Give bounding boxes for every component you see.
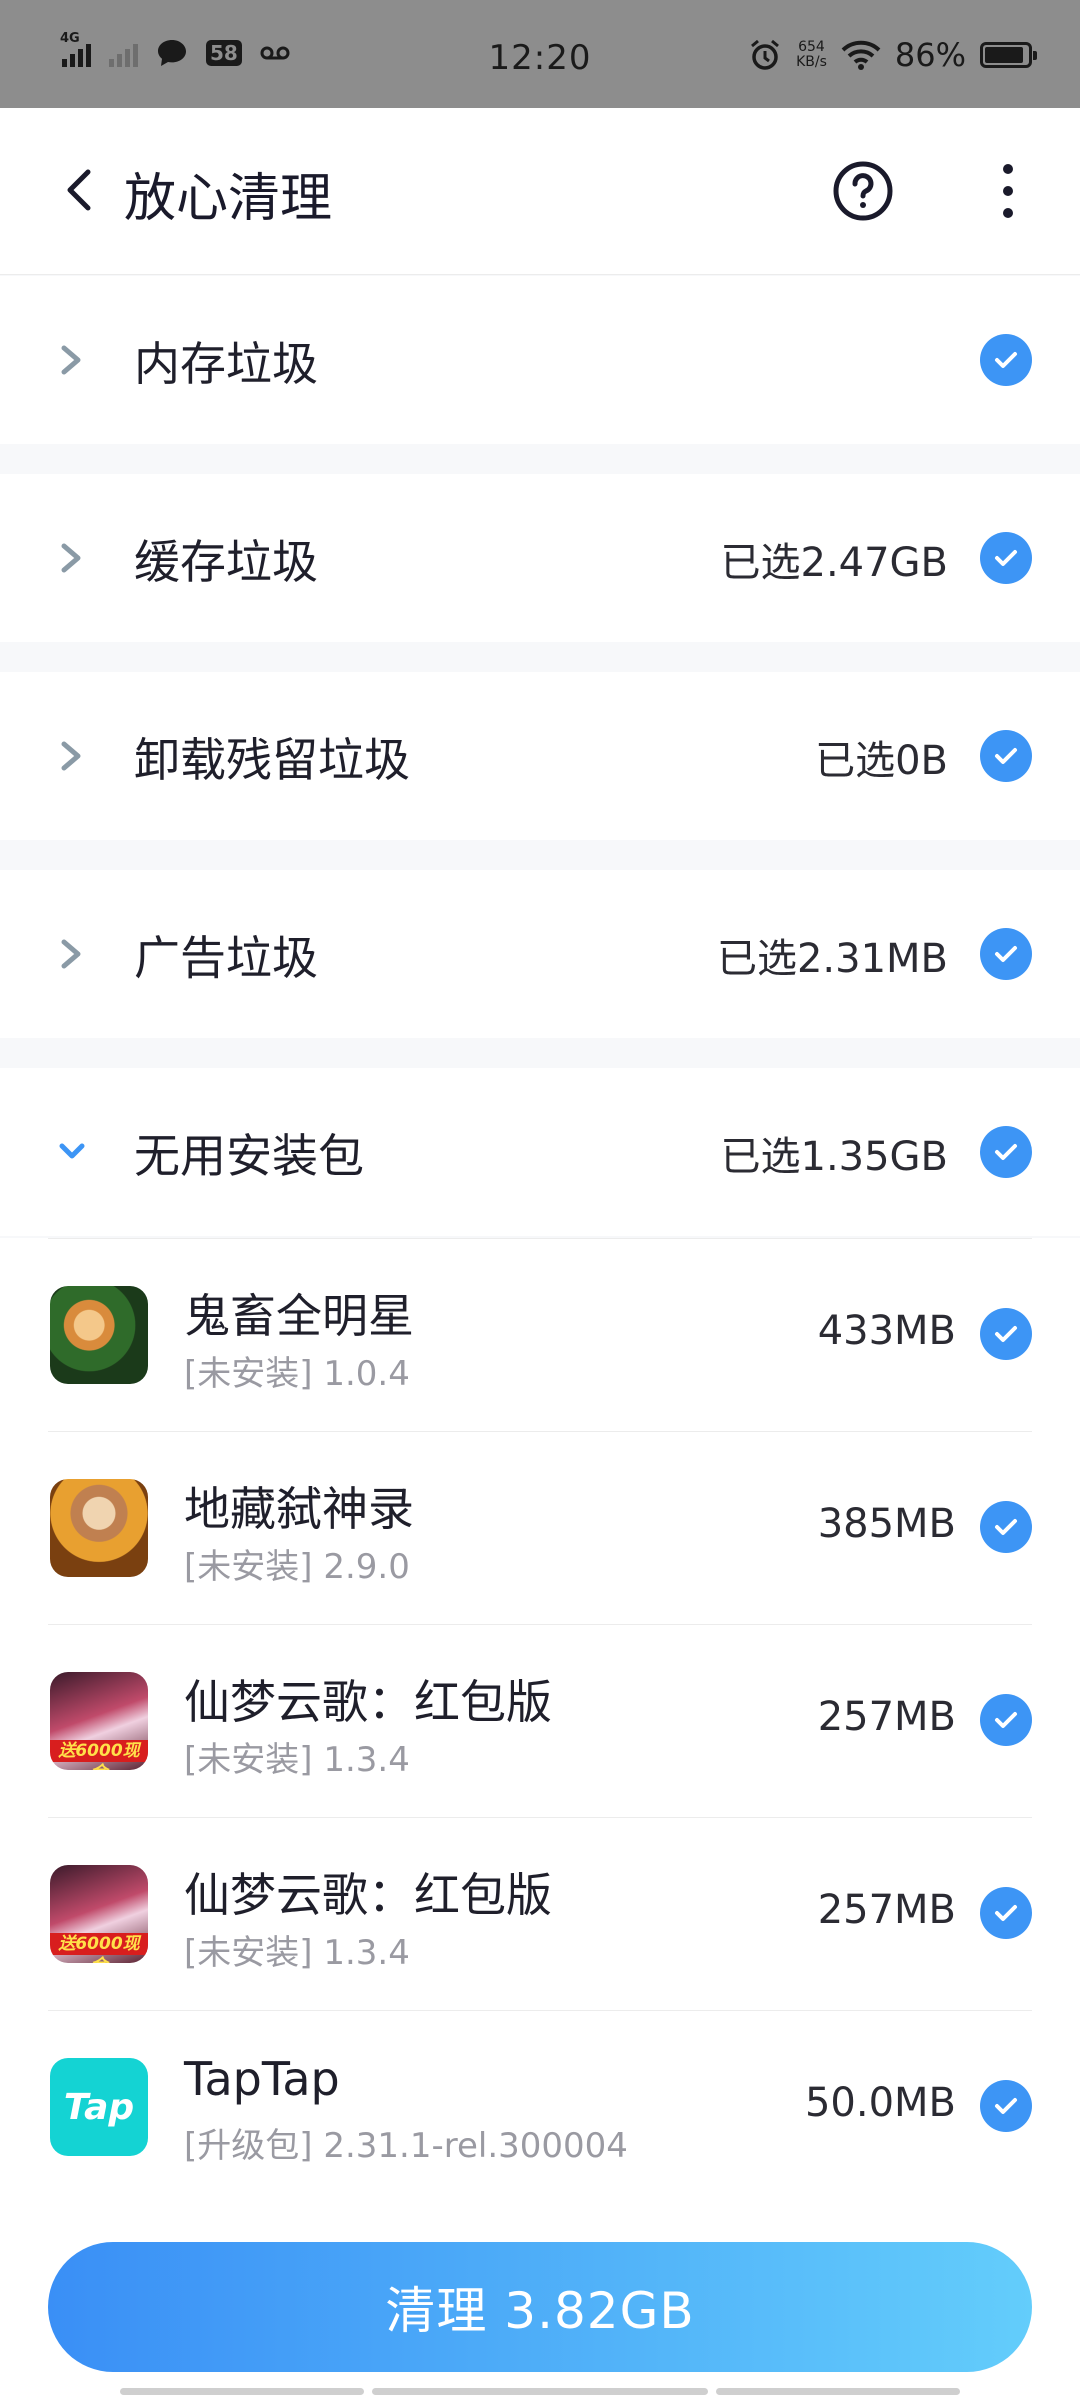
- package-item[interactable]: Tap TapTap [升级包] 2.31.1-rel.300004 50.0M…: [0, 2010, 1080, 2203]
- category-uninstall-residue[interactable]: 卸载残留垃圾 已选0B: [0, 672, 1080, 840]
- chevron-right-icon: [61, 939, 81, 969]
- package-size: 257MB: [817, 1694, 956, 1740]
- checkbox-checked-icon[interactable]: [980, 730, 1032, 782]
- icon-ribbon: 送6000现金: [50, 1933, 148, 1963]
- divider: [48, 1624, 1032, 1625]
- category-ad-junk[interactable]: 广告垃圾 已选2.31MB: [0, 870, 1080, 1038]
- divider: [48, 2010, 1032, 2011]
- game-app-icon: 送6000现金: [50, 1865, 148, 1963]
- chevron-right-icon: [61, 741, 81, 771]
- wifi-icon: [841, 40, 881, 70]
- divider: [48, 1431, 1032, 1432]
- checkbox-checked-icon[interactable]: [980, 1887, 1032, 1939]
- checkbox-checked-icon[interactable]: [980, 1694, 1032, 1746]
- category-label: 无用安装包: [134, 1129, 364, 1183]
- checkbox-checked-icon[interactable]: [980, 1501, 1032, 1553]
- checkbox-checked-icon[interactable]: [980, 1126, 1032, 1178]
- help-icon[interactable]: [832, 160, 894, 222]
- checkbox-checked-icon[interactable]: [980, 334, 1032, 386]
- category-label: 广告垃圾: [134, 931, 318, 985]
- game-app-icon: [50, 1479, 148, 1577]
- speed-value: 654: [798, 39, 825, 55]
- divider: [48, 1817, 1032, 1818]
- category-size: 已选1.35GB: [720, 1134, 949, 1180]
- game-app-icon: [50, 1286, 148, 1384]
- battery-icon: [980, 42, 1037, 68]
- category-label: 缓存垃圾: [134, 535, 318, 589]
- chevron-right-icon: [61, 543, 81, 573]
- package-item[interactable]: 地藏弑神录 [未安装] 2.9.0 385MB: [0, 1431, 1080, 1624]
- category-unused-packages[interactable]: 无用安装包 已选1.35GB: [0, 1068, 1080, 1236]
- category-label: 内存垃圾: [134, 337, 318, 391]
- nav-indicator-right[interactable]: [716, 2388, 960, 2395]
- package-name: 地藏弑神录: [184, 1482, 414, 1536]
- package-item[interactable]: 送6000现金 仙梦云歌：红包版 [未安装] 1.3.4 257MB: [0, 1624, 1080, 1817]
- package-size: 50.0MB: [804, 2080, 956, 2126]
- package-size: 385MB: [817, 1501, 956, 1547]
- icon-text: Tap: [63, 2086, 135, 2128]
- app-header: 放心清理: [0, 108, 1080, 275]
- chevron-right-icon: [61, 345, 81, 375]
- package-status: [未安装] 2.9.0: [184, 1547, 410, 1587]
- category-cache-junk[interactable]: 缓存垃圾 已选2.47GB: [0, 474, 1080, 642]
- back-arrow-icon[interactable]: [52, 160, 112, 220]
- nav-indicator-left[interactable]: [120, 2388, 364, 2395]
- clean-button[interactable]: 清理 3.82GB: [48, 2242, 1032, 2372]
- page-title: 放心清理: [124, 169, 333, 229]
- speed-unit: KB/s: [796, 54, 827, 70]
- network-speed: 654 KB/s: [796, 40, 827, 70]
- icon-ribbon: 送6000现金: [50, 1740, 148, 1770]
- nav-indicator-center[interactable]: [372, 2388, 708, 2395]
- package-name: 仙梦云歌：红包版: [184, 1868, 552, 1922]
- category-label: 卸载残留垃圾: [134, 733, 410, 787]
- package-item[interactable]: 送6000现金 仙梦云歌：红包版 [未安装] 1.3.4 257MB: [0, 1817, 1080, 2010]
- package-name: 鬼畜全明星: [184, 1289, 414, 1343]
- package-status: [未安装] 1.0.4: [184, 1354, 410, 1394]
- checkbox-checked-icon[interactable]: [980, 2080, 1032, 2132]
- category-size: 已选0B: [815, 738, 948, 784]
- package-size: 433MB: [817, 1308, 956, 1354]
- package-status: [未安装] 1.3.4: [184, 1933, 410, 1973]
- package-name: 仙梦云歌：红包版: [184, 1675, 552, 1729]
- checkbox-checked-icon[interactable]: [980, 532, 1032, 584]
- divider: [48, 1238, 1032, 1239]
- battery-percent: 86%: [894, 36, 966, 74]
- taptap-app-icon: Tap: [50, 2058, 148, 2156]
- alarm-icon: [751, 39, 780, 70]
- status-right: 654 KB/s 86%: [748, 36, 1037, 74]
- more-options-icon[interactable]: [990, 160, 1026, 222]
- package-size: 257MB: [817, 1887, 956, 1933]
- game-app-icon: 送6000现金: [50, 1672, 148, 1770]
- category-size: 已选2.31MB: [716, 936, 948, 982]
- checkbox-checked-icon[interactable]: [980, 1308, 1032, 1360]
- package-name: TapTap: [184, 2052, 340, 2106]
- package-status: [升级包] 2.31.1-rel.300004: [184, 2126, 628, 2166]
- checkbox-checked-icon[interactable]: [980, 928, 1032, 980]
- chevron-down-icon: [59, 1143, 85, 1159]
- category-memory-junk[interactable]: 内存垃圾: [0, 276, 1080, 444]
- package-item[interactable]: 鬼畜全明星 [未安装] 1.0.4 433MB: [0, 1238, 1080, 1431]
- package-status: [未安装] 1.3.4: [184, 1740, 410, 1780]
- category-size: 已选2.47GB: [720, 540, 949, 586]
- status-bar: 4G 58 12:20 654 KB/s 86%: [0, 0, 1080, 108]
